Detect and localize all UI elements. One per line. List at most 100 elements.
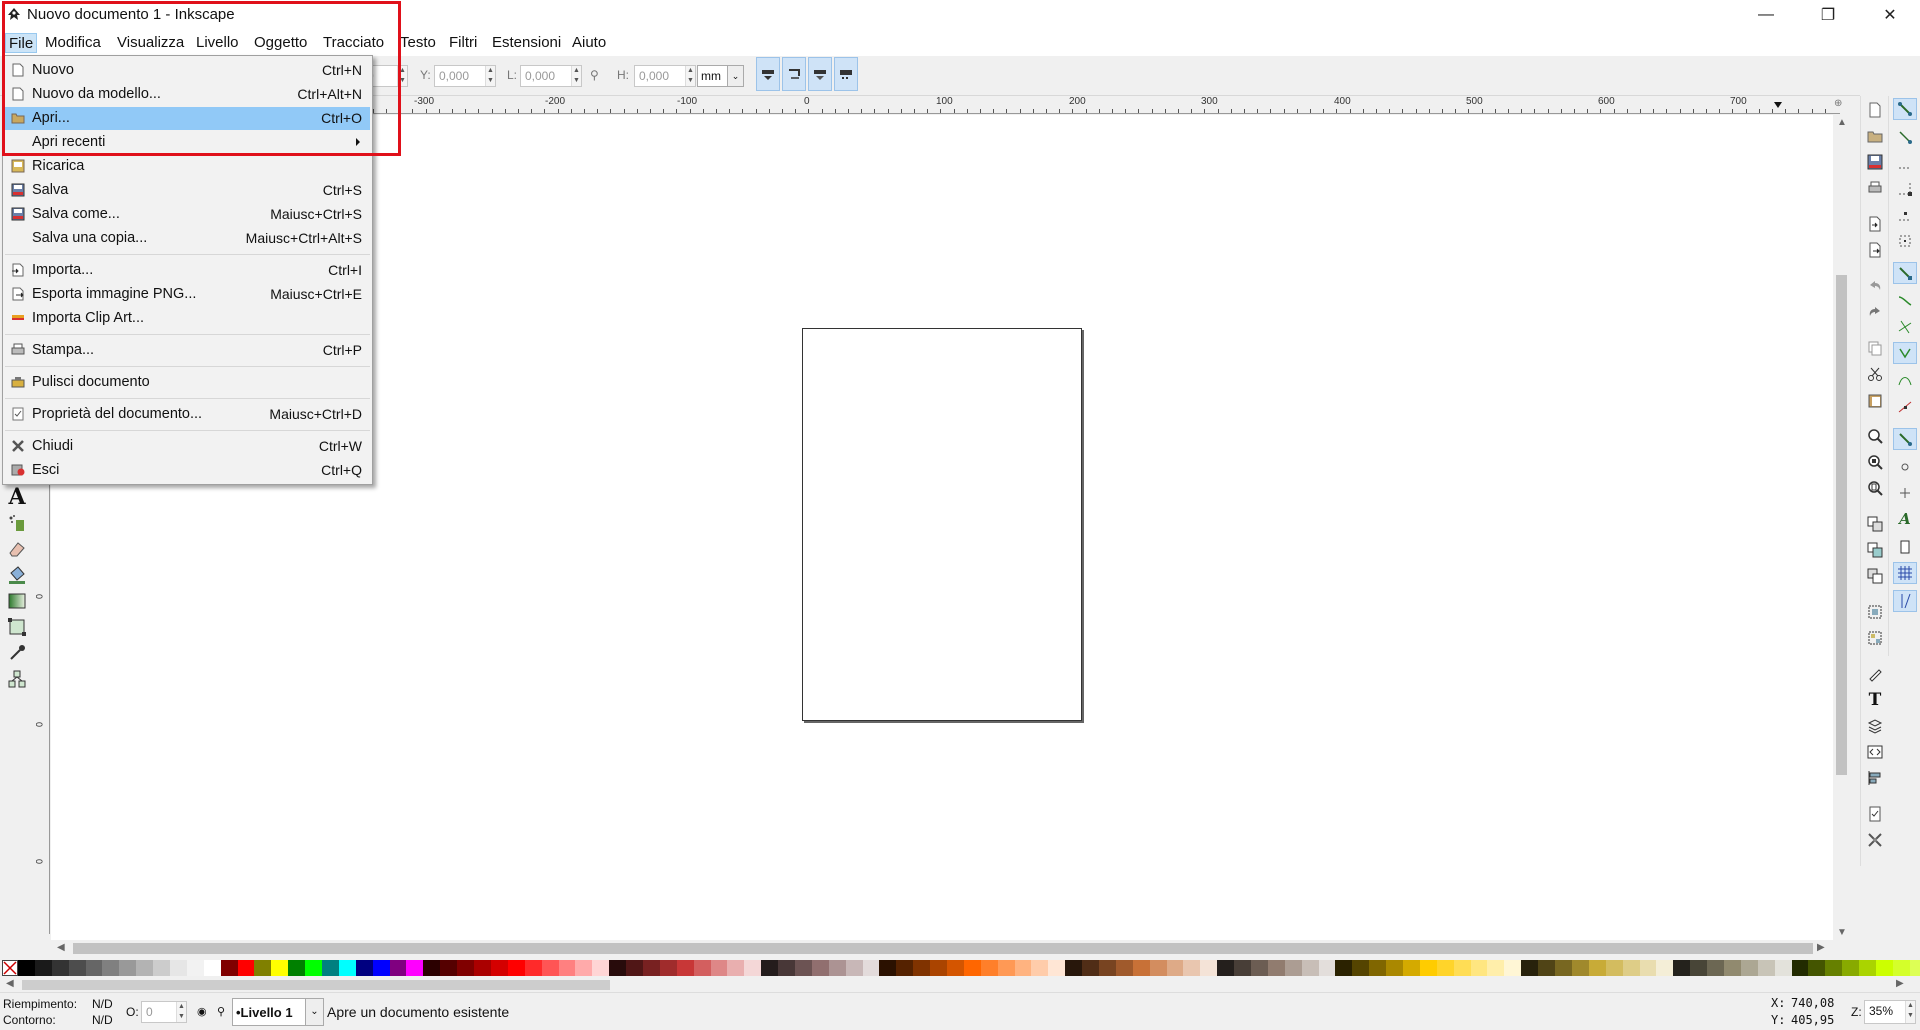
color-swatch[interactable]: [440, 960, 458, 976]
color-swatch[interactable]: [1571, 960, 1589, 976]
color-swatch[interactable]: [1352, 960, 1370, 976]
scroll-right-icon[interactable]: ▶: [1817, 942, 1825, 953]
height-spinbox[interactable]: 0,000 ▲ ▼: [634, 65, 696, 87]
snap-toggle-icon[interactable]: [1893, 98, 1917, 120]
color-swatch[interactable]: [1673, 960, 1691, 976]
color-swatch[interactable]: [1707, 960, 1724, 976]
lock-icon[interactable]: ⚲: [590, 68, 599, 82]
snap-guides-icon[interactable]: [1893, 590, 1917, 612]
zoom-page-icon[interactable]: [1865, 478, 1885, 498]
color-swatch[interactable]: [879, 960, 897, 976]
color-swatch[interactable]: [1538, 960, 1556, 976]
color-swatch[interactable]: [913, 960, 931, 976]
color-swatch[interactable]: [338, 960, 356, 976]
color-swatch[interactable]: [744, 960, 762, 976]
color-swatch[interactable]: [1335, 960, 1353, 976]
cut-icon[interactable]: [1865, 364, 1885, 384]
snap-intersections-icon[interactable]: [1893, 316, 1917, 338]
opacity-spinbox[interactable]: 0 ▲ ▼: [141, 1001, 187, 1023]
group-icon[interactable]: [1865, 602, 1885, 622]
color-swatch[interactable]: [322, 960, 339, 976]
color-swatch[interactable]: [1453, 960, 1471, 976]
color-swatch[interactable]: [1014, 960, 1032, 976]
color-swatch[interactable]: [1909, 960, 1920, 976]
color-swatch[interactable]: [305, 960, 323, 976]
zoom-corner-icon[interactable]: ⊕: [1834, 98, 1842, 109]
color-swatch[interactable]: [1200, 960, 1218, 976]
color-swatch[interactable]: [592, 960, 610, 976]
snap-bbox-edge-icon[interactable]: [1893, 152, 1917, 174]
color-swatch[interactable]: [946, 960, 964, 976]
color-swatch[interactable]: [1521, 960, 1539, 976]
no-paint-swatch[interactable]: [2, 960, 18, 976]
color-swatch[interactable]: [1031, 960, 1049, 976]
color-swatch[interactable]: [1065, 960, 1083, 976]
snap-rotation-center-icon[interactable]: [1893, 482, 1917, 504]
color-swatch[interactable]: [1301, 960, 1319, 976]
color-swatch[interactable]: [1369, 960, 1387, 976]
unit-dropdown-icon[interactable]: ⌄: [727, 66, 743, 86]
snap-smooth-nodes-icon[interactable]: [1893, 370, 1917, 392]
unlink-clone-icon[interactable]: [1865, 566, 1885, 586]
color-palette[interactable]: [0, 958, 1920, 978]
color-swatch[interactable]: [997, 960, 1015, 976]
redo-icon[interactable]: [1865, 302, 1885, 322]
color-swatch[interactable]: [1099, 960, 1116, 976]
color-swatch[interactable]: [102, 960, 120, 976]
text-tool-icon[interactable]: A: [4, 484, 30, 510]
layer-lock-icon[interactable]: ⚲: [217, 1005, 225, 1018]
scroll-up-icon[interactable]: ▲: [1837, 117, 1847, 128]
color-swatch[interactable]: [1656, 960, 1674, 976]
vertical-scroll-thumb[interactable]: [1836, 275, 1847, 775]
palette-scroll-right-icon[interactable]: ▶: [1896, 978, 1904, 989]
color-swatch[interactable]: [930, 960, 947, 976]
menu-item-ricarica[interactable]: Ricarica: [5, 155, 370, 178]
color-swatch[interactable]: [1757, 960, 1775, 976]
color-swatch[interactable]: [34, 960, 52, 976]
snap-grids-icon[interactable]: [1893, 562, 1917, 584]
snap-text-baseline-icon[interactable]: A: [1893, 508, 1917, 530]
color-swatch[interactable]: [254, 960, 272, 976]
color-swatch[interactable]: [980, 960, 998, 976]
color-swatch[interactable]: [136, 960, 154, 976]
color-swatch[interactable]: [186, 960, 204, 976]
maximize-button[interactable]: ❐: [1799, 0, 1857, 30]
color-swatch[interactable]: [1791, 960, 1809, 976]
color-swatch[interactable]: [389, 960, 407, 976]
clone-icon[interactable]: [1865, 540, 1885, 560]
palette-scroll-thumb[interactable]: [22, 980, 610, 990]
palette-scrollbar[interactable]: ◀ ▶: [0, 978, 1920, 992]
spray-tool-icon[interactable]: [4, 510, 30, 536]
scale-stroke-button[interactable]: [756, 57, 780, 91]
color-swatch[interactable]: [1132, 960, 1150, 976]
color-swatch[interactable]: [170, 960, 187, 976]
color-swatch[interactable]: [896, 960, 914, 976]
menu-item-proprieta-documento[interactable]: Proprietà del documento... Maiusc+Ctrl+D: [5, 403, 370, 426]
color-swatch[interactable]: [271, 960, 289, 976]
color-swatch[interactable]: [1875, 960, 1893, 976]
color-swatch[interactable]: [1605, 960, 1623, 976]
color-swatch[interactable]: [423, 960, 441, 976]
y-spin-arrows[interactable]: ▲ ▼: [485, 66, 495, 86]
color-swatch[interactable]: [1639, 960, 1657, 976]
snap-paths-icon[interactable]: [1893, 290, 1917, 312]
color-swatch[interactable]: [794, 960, 812, 976]
snap-bbox-center-icon[interactable]: [1893, 230, 1917, 252]
width-spinbox[interactable]: 0,000 ▲ ▼: [520, 65, 582, 87]
color-swatch[interactable]: [558, 960, 576, 976]
color-swatch[interactable]: [1892, 960, 1910, 976]
scale-corners-button[interactable]: [782, 57, 806, 91]
color-swatch[interactable]: [1318, 960, 1336, 976]
color-swatch[interactable]: [1436, 960, 1454, 976]
opacity-spin-arrows[interactable]: ▲ ▼: [176, 1002, 186, 1022]
snap-line-midpoints-icon[interactable]: [1893, 396, 1917, 418]
zoom-drawing-icon[interactable]: [1865, 452, 1885, 472]
stroke-value[interactable]: N/D: [92, 1013, 113, 1027]
layer-visibility-icon[interactable]: ◉: [197, 1005, 207, 1018]
snap-bbox-corner-icon[interactable]: [1893, 178, 1917, 200]
color-swatch[interactable]: [1859, 960, 1876, 976]
menu-item-stampa[interactable]: Stampa... Ctrl+P: [5, 339, 370, 362]
move-patterns-button[interactable]: [834, 57, 858, 91]
color-swatch[interactable]: [1588, 960, 1606, 976]
color-swatch[interactable]: [507, 960, 525, 976]
